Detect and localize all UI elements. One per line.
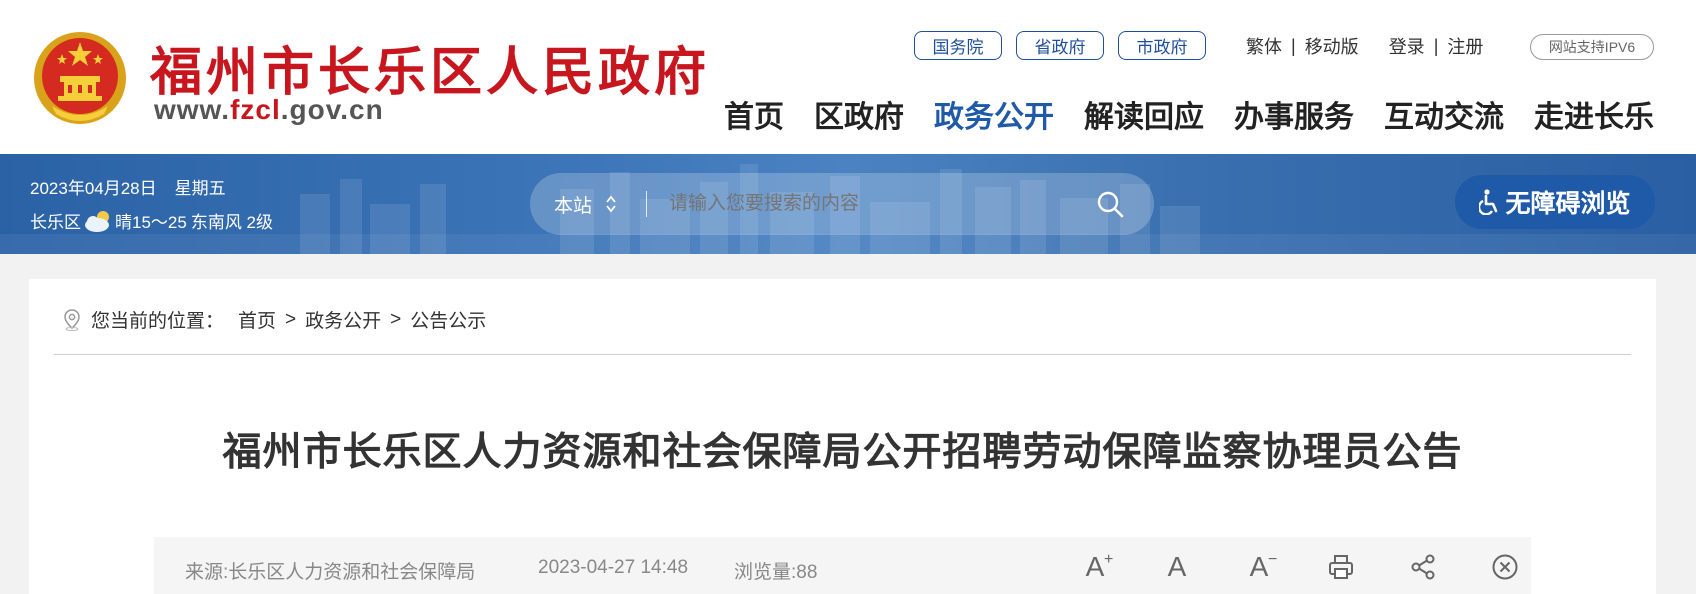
article-source: 来源:长乐区人力资源和社会保障局 bbox=[185, 562, 476, 583]
breadcrumb-label: 您当前的位置： bbox=[91, 311, 225, 332]
main-nav: 首页 区政府 政务公开 解读回应 办事服务 互动交流 走进长乐 bbox=[724, 92, 1654, 136]
article-datetime: 2023-04-27 14:48 bbox=[538, 557, 689, 578]
nav-gov-affairs[interactable]: 政务公开 bbox=[934, 92, 1054, 136]
national-emblem-icon bbox=[34, 32, 126, 124]
district-name: 长乐区 bbox=[30, 213, 81, 232]
nav-home[interactable]: 首页 bbox=[724, 92, 784, 136]
search-scope-select[interactable]: 本站 bbox=[554, 191, 616, 218]
share-button[interactable] bbox=[1382, 549, 1464, 585]
link-city-gov[interactable]: 市政府 bbox=[1118, 31, 1206, 60]
breadcrumb-divider bbox=[54, 354, 1631, 355]
nav-services[interactable]: 办事服务 bbox=[1234, 92, 1354, 136]
accessibility-button[interactable]: 无障碍浏览 bbox=[1455, 175, 1655, 229]
print-button[interactable] bbox=[1300, 549, 1382, 585]
search-divider bbox=[646, 191, 648, 217]
breadcrumb: 您当前的位置： 首页 > 政务公开 > 公告公示 bbox=[63, 306, 486, 333]
article-views: 浏览量:88 bbox=[734, 562, 818, 583]
gov-links: 国务院 省政府 市政府 bbox=[914, 31, 1206, 60]
breadcrumb-separator: > bbox=[285, 308, 297, 330]
site-url-prefix: www. bbox=[154, 94, 231, 125]
site-url-suffix: .gov.cn bbox=[280, 94, 384, 125]
search-icon bbox=[1097, 191, 1124, 218]
traditional-chinese-link[interactable]: 繁体 bbox=[1246, 33, 1282, 59]
font-decrease-button[interactable]: A − bbox=[1218, 549, 1300, 585]
date-text: 2023年04月28日 bbox=[30, 179, 157, 198]
search-input[interactable] bbox=[669, 193, 1088, 215]
search-button[interactable] bbox=[1088, 182, 1132, 226]
nav-about-changle[interactable]: 走进长乐 bbox=[1534, 92, 1654, 136]
sort-arrows-icon bbox=[606, 195, 616, 213]
breadcrumb-announcements[interactable]: 公告公示 bbox=[410, 306, 486, 333]
mobile-version-link[interactable]: 移动版 bbox=[1305, 33, 1359, 59]
font-normal-button[interactable]: A bbox=[1136, 549, 1218, 585]
weather-info: 长乐区 晴 15～25 东南风 2级 bbox=[30, 208, 273, 233]
nav-interpretation[interactable]: 解读回应 bbox=[1084, 92, 1204, 136]
weather-text: 晴 bbox=[115, 213, 132, 232]
login-link[interactable]: 登录 bbox=[1389, 33, 1425, 59]
article-meta-bar: 来源:长乐区人力资源和社会保障局 2023-04-27 14:48 浏览量:88… bbox=[154, 537, 1531, 594]
search-banner: 2023年04月28日 星期五 长乐区 晴 15～25 东南风 2级 本站 请输… bbox=[0, 154, 1696, 254]
nav-interaction[interactable]: 互动交流 bbox=[1384, 92, 1504, 136]
link-province-gov[interactable]: 省政府 bbox=[1016, 31, 1104, 60]
site-header: 福州市长乐区人民政府 www.fzcl.gov.cn 国务院 省政府 市政府 繁… bbox=[0, 0, 1696, 154]
minus-sign: − bbox=[1268, 551, 1278, 568]
font-increase-button[interactable]: A + bbox=[1054, 549, 1136, 585]
separator: | bbox=[1291, 35, 1296, 56]
register-link[interactable]: 注册 bbox=[1447, 33, 1483, 59]
ipv6-badge: 网站支持IPV6 bbox=[1530, 34, 1654, 60]
close-button[interactable] bbox=[1464, 549, 1546, 585]
current-date: 2023年04月28日 星期五 bbox=[30, 174, 226, 199]
share-icon bbox=[1411, 554, 1435, 580]
article-tools: A + A A − bbox=[1054, 549, 1546, 585]
article-title: 福州市长乐区人力资源和社会保障局公开招聘劳动保障监察协理员公告 bbox=[222, 431, 1463, 474]
font-decrease-icon: A bbox=[1249, 551, 1269, 582]
location-pin-icon bbox=[64, 308, 80, 331]
close-circle-icon bbox=[1492, 554, 1518, 580]
search-scope-label: 本站 bbox=[554, 195, 593, 217]
breadcrumb-gov-affairs[interactable]: 政务公开 bbox=[305, 306, 381, 333]
breadcrumb-separator: > bbox=[390, 308, 402, 330]
separator: | bbox=[1433, 35, 1439, 56]
accessibility-label: 无障碍浏览 bbox=[1505, 190, 1631, 218]
plus-sign: + bbox=[1104, 551, 1114, 568]
partly-cloudy-icon bbox=[85, 210, 109, 232]
printer-icon bbox=[1329, 555, 1353, 579]
article-card: 您当前的位置： 首页 > 政务公开 > 公告公示 福州市长乐区人力资源和社会保障… bbox=[29, 279, 1656, 594]
top-links: 繁体 | 移动版 登录 | 注册 bbox=[1246, 33, 1483, 59]
wheelchair-icon bbox=[1479, 189, 1498, 215]
site-url-highlight: fzcl bbox=[230, 94, 281, 125]
wind-info: 东南风 2级 bbox=[190, 213, 274, 232]
font-normal-icon: A bbox=[1167, 551, 1187, 582]
search-box: 本站 bbox=[530, 173, 1154, 235]
site-url: www.fzcl.gov.cn bbox=[154, 94, 384, 126]
font-increase-icon: A bbox=[1085, 551, 1105, 582]
nav-district-gov[interactable]: 区政府 bbox=[814, 92, 904, 136]
weekday-text: 星期五 bbox=[174, 179, 226, 198]
breadcrumb-home[interactable]: 首页 bbox=[238, 306, 276, 333]
link-state-council[interactable]: 国务院 bbox=[914, 31, 1002, 60]
temperature: 15～25 bbox=[132, 213, 187, 232]
